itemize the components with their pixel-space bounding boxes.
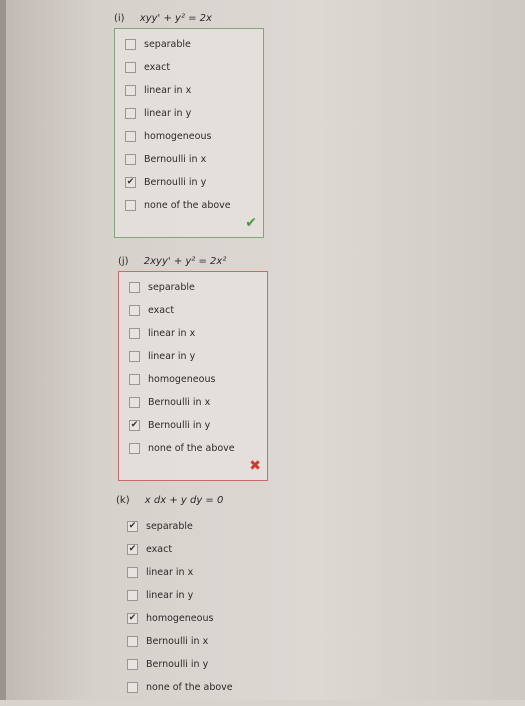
answer-box: separable exact linear in x linear in y … (118, 271, 268, 481)
option-bernoulli-in-x[interactable]: Bernoulli in x (119, 391, 267, 414)
option-label: exact (146, 544, 173, 555)
option-none-of-the-above[interactable]: none of the above (117, 676, 265, 699)
checkbox[interactable] (127, 682, 138, 693)
option-label: separable (146, 521, 193, 532)
option-separable[interactable]: ✔ separable (117, 515, 265, 538)
option-label: linear in y (146, 590, 194, 601)
checkbox[interactable] (127, 659, 138, 670)
option-linear-in-y[interactable]: linear in y (119, 345, 267, 368)
option-bernoulli-in-x[interactable]: Bernoulli in x (117, 630, 265, 653)
option-exact[interactable]: exact (115, 56, 263, 79)
checkbox[interactable] (125, 154, 136, 165)
question-number: (k) (116, 495, 130, 506)
red-x-icon: ✖ (249, 458, 261, 474)
checkbox[interactable] (129, 443, 140, 454)
option-bernoulli-in-y[interactable]: ✔ Bernoulli in y (119, 414, 267, 437)
checkbox[interactable]: ✔ (127, 544, 138, 555)
question-header: (j) 2xyy' + y² = 2x² (118, 253, 268, 271)
option-separable[interactable]: separable (119, 276, 267, 299)
question-number: (j) (118, 256, 129, 267)
option-label: Bernoulli in y (146, 659, 209, 670)
option-exact[interactable]: exact (119, 299, 267, 322)
option-label: linear in y (144, 108, 192, 119)
option-label: homogeneous (146, 613, 214, 624)
option-label: Bernoulli in x (148, 397, 211, 408)
option-none-of-the-above[interactable]: none of the above (119, 437, 267, 460)
option-label: Bernoulli in y (148, 420, 211, 431)
option-separable[interactable]: separable (115, 33, 263, 56)
option-label: linear in x (148, 328, 196, 339)
option-label: exact (148, 305, 175, 316)
checkbox[interactable] (129, 282, 140, 293)
checkbox[interactable] (125, 108, 136, 119)
answer-box: separable exact linear in x linear in y … (114, 28, 264, 238)
option-none-of-the-above[interactable]: none of the above (115, 194, 263, 217)
question-equation: 2xyy' + y² = 2x² (143, 256, 227, 267)
checkbox[interactable] (127, 567, 138, 578)
option-exact[interactable]: ✔ exact (117, 538, 265, 561)
checkbox[interactable] (129, 328, 140, 339)
option-linear-in-x[interactable]: linear in x (119, 322, 267, 345)
option-homogeneous[interactable]: ✔ homogeneous (117, 607, 265, 630)
option-label: none of the above (146, 682, 233, 693)
checkbox[interactable] (125, 62, 136, 73)
green-check-icon: ✔ (245, 215, 257, 231)
option-label: linear in x (146, 567, 194, 578)
option-label: exact (144, 62, 171, 73)
answer-box: ✔ separable ✔ exact linear in x linear in … (116, 510, 266, 706)
option-label: separable (144, 39, 191, 50)
option-homogeneous[interactable]: homogeneous (115, 125, 263, 148)
checkbox[interactable] (127, 636, 138, 647)
option-label: Bernoulli in y (144, 177, 207, 188)
option-label: Bernoulli in x (146, 636, 209, 647)
checkbox[interactable]: ✔ (125, 177, 136, 188)
option-bernoulli-in-y[interactable]: ✔ Bernoulli in y (115, 171, 263, 194)
checkbox[interactable] (129, 351, 140, 362)
option-label: homogeneous (144, 131, 212, 142)
option-linear-in-x[interactable]: linear in x (115, 79, 263, 102)
option-linear-in-y[interactable]: linear in y (115, 102, 263, 125)
option-label: linear in y (148, 351, 196, 362)
checkbox[interactable] (129, 374, 140, 385)
option-label: none of the above (148, 443, 235, 454)
option-label: Bernoulli in x (144, 154, 207, 165)
checkbox[interactable] (125, 85, 136, 96)
window-edge (0, 0, 6, 700)
question-equation: xyy' + y² = 2x (139, 13, 212, 24)
question-i: (i) xyy' + y² = 2x separable exact linea… (114, 10, 264, 238)
option-label: homogeneous (148, 374, 216, 385)
checkbox[interactable]: ✔ (129, 420, 140, 431)
option-label: none of the above (144, 200, 231, 211)
option-bernoulli-in-y[interactable]: Bernoulli in y (117, 653, 265, 676)
question-number: (i) (114, 13, 125, 24)
option-homogeneous[interactable]: homogeneous (119, 368, 267, 391)
question-equation: x dx + y dy = 0 (144, 495, 224, 506)
option-bernoulli-in-x[interactable]: Bernoulli in x (115, 148, 263, 171)
question-header: (i) xyy' + y² = 2x (114, 10, 264, 28)
checkbox[interactable] (125, 131, 136, 142)
option-linear-in-y[interactable]: linear in y (117, 584, 265, 607)
option-linear-in-x[interactable]: linear in x (117, 561, 265, 584)
checkbox[interactable] (125, 39, 136, 50)
checkbox[interactable]: ✔ (127, 521, 138, 532)
question-header: (k) x dx + y dy = 0 (116, 492, 266, 510)
checkbox[interactable] (129, 305, 140, 316)
option-label: separable (148, 282, 195, 293)
checkbox[interactable] (129, 397, 140, 408)
checkbox[interactable] (125, 200, 136, 211)
option-label: linear in x (144, 85, 192, 96)
question-j: (j) 2xyy' + y² = 2x² separable exact lin… (118, 253, 268, 481)
checkbox[interactable]: ✔ (127, 613, 138, 624)
question-k: (k) x dx + y dy = 0 ✔ separable ✔ exact li… (116, 492, 266, 706)
checkbox[interactable] (127, 590, 138, 601)
